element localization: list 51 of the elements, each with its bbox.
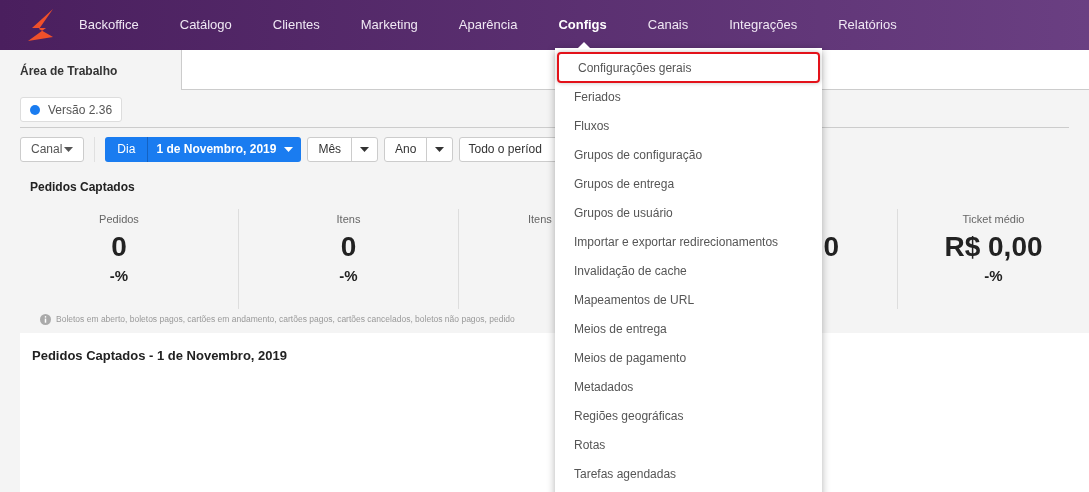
channel-dropdown[interactable]: Canal [20,136,85,162]
stat-change: -% [984,267,1003,284]
caret-icon [435,146,445,152]
stat-change: -% [339,267,358,284]
panel-title: Pedidos Captados - 1 de Novembro, 2019 [32,348,288,363]
stat-change: -% [109,267,129,284]
menu-item[interactable]: Importar e exportar redirecionamentos [555,227,822,256]
menu-item[interactable]: Invalidação de cache [555,256,822,285]
menu-item[interactable]: Feriados [555,82,822,111]
caret-icon [64,146,74,152]
menu-item[interactable]: Regiões geográficas [555,401,822,430]
nav-item[interactable]: Backoffice [79,15,139,35]
nav-item[interactable]: Aparência [458,15,518,35]
menu-item[interactable]: Tarefas agendadas [555,459,822,488]
nav-item[interactable]: Marketing [360,15,418,35]
caret-icon [360,146,370,152]
nav-item[interactable]: Catálogo [179,15,232,35]
nav-item[interactable]: Relatórios [838,15,897,35]
menu-item[interactable]: Rotas [555,430,822,459]
stat-value: 0 [340,231,357,262]
info-icon [40,313,51,325]
date-value: 1 de Novembro, 2019 [155,141,278,158]
menu-item[interactable]: Configurações gerais [557,52,820,83]
day-label: Dia [105,136,149,162]
stat-value: 0 [111,231,127,262]
logo-icon [26,8,56,42]
month-dropdown[interactable]: Mês [307,136,379,162]
menu-item[interactable]: Metadados [555,372,822,401]
menu-item[interactable]: Meios de entrega [555,314,822,343]
menu-item[interactable]: Meios de pagamento [555,343,822,372]
section-title: Pedidos Captados [30,180,135,194]
stat-label: Ticket médio [962,213,1025,225]
stat-label: Itens [528,213,552,225]
caret-icon [284,146,294,152]
stat-label: Itens [336,213,361,225]
year-dropdown[interactable]: Ano [384,136,454,162]
menu-item[interactable]: Grupos de entrega [555,169,822,198]
nav-item[interactable]: Clientes [272,15,320,35]
stat-value: R$ 0,00 [944,231,1043,262]
menu-item[interactable]: Grupos de usuário [555,198,822,227]
day-dropdown[interactable]: Dia 1 de Novembro, 2019 [105,136,302,162]
year-label: Ano [385,137,428,161]
nav-item[interactable]: Integrações [729,15,798,35]
version-label: Versão 2.36 [48,101,113,119]
nav-item[interactable]: Canais [647,15,689,35]
nav-item[interactable]: Configs [558,15,607,35]
stat-label: Pedidos [99,213,139,225]
stat-value: 0 [823,231,839,262]
info-note: Boletos em aberto, boletos pagos, cartões em andamento, cartões pagos, cartões cancelados, boletos não pagos, pedido [56,312,515,326]
menu-item[interactable]: Mapeamentos de URL [555,285,822,314]
month-label: Mês [308,137,353,161]
